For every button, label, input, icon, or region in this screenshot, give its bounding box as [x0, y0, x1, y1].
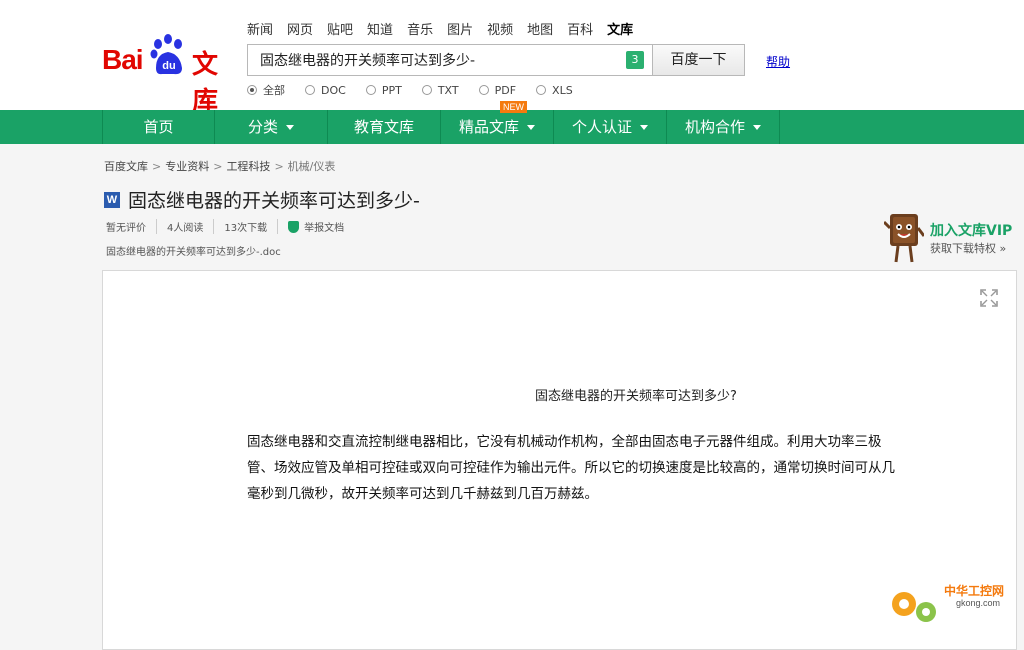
nav-education[interactable]: 教育文库: [328, 110, 441, 144]
gear-icon: [892, 592, 936, 622]
caret-down-icon: [527, 125, 535, 130]
topnav-tieba[interactable]: 贴吧: [327, 19, 353, 38]
download-count: 13次下载: [213, 219, 277, 234]
doc-filename: 固态继电器的开关频率可达到多少-.doc: [106, 247, 281, 258]
breadcrumb-item[interactable]: 机械/仪表: [288, 160, 336, 173]
search-input[interactable]: [248, 45, 618, 75]
page-title: 固态继电器的开关频率可达到多少-: [128, 190, 420, 212]
filetype-ppt[interactable]: PPT: [365, 82, 402, 98]
baidu-wenku-logo[interactable]: Bai du 文库: [102, 30, 242, 117]
breadcrumb-item[interactable]: 工程科技: [226, 160, 270, 173]
new-badge: NEW: [500, 101, 527, 113]
radio-checked-icon: [247, 85, 257, 95]
gkong-watermark: 中华工控网 gkong.com: [886, 580, 1016, 630]
document-viewer: 固态继电器的开关频率可达到多少? 固态继电器和交直流控制继电器相比，它没有机械动…: [102, 270, 1017, 650]
topnav-zhidao[interactable]: 知道: [367, 19, 393, 38]
radio-icon: [305, 85, 315, 95]
word-doc-icon: W: [104, 191, 120, 208]
filetype-doc[interactable]: DOC: [305, 82, 346, 98]
watermark-title: 中华工控网: [944, 584, 1005, 598]
radio-icon: [365, 85, 376, 95]
nav-home[interactable]: 首页: [102, 110, 215, 144]
book-mascot-icon: [884, 214, 924, 263]
logo-du: du: [162, 60, 175, 72]
report-link[interactable]: 举报文档: [277, 219, 354, 234]
read-count: 4人阅读: [156, 219, 213, 234]
doc-title-row: W 固态继电器的开关频率可达到多少-: [104, 186, 420, 213]
nav-premium[interactable]: 精品文库: [441, 110, 554, 144]
header: Bai du 文库 新闻 网页 贴吧 知道 音乐 图片 视频 地图 百科 文库 …: [0, 0, 1024, 117]
help-link[interactable]: 帮助: [766, 53, 790, 70]
main-nav: 首页 分类 教育文库 精品文库 个人认证 机构合作 NEW: [0, 101, 1024, 144]
caret-down-icon: [753, 125, 761, 130]
topnav-baike[interactable]: 百科: [567, 19, 593, 38]
breadcrumb-item[interactable]: 百度文库: [104, 160, 148, 173]
paw-logo-icon: du: [150, 34, 182, 75]
caret-down-icon: [286, 125, 294, 130]
radio-icon: [478, 85, 489, 95]
vip-promo[interactable]: 加入文库VIP 获取下载特权 »: [884, 210, 1024, 266]
search-button[interactable]: 百度一下: [653, 44, 745, 76]
filetype-filter: 全部 DOC PPT TXT PDF XLS: [247, 82, 593, 98]
nav-personal-cert[interactable]: 个人认证: [554, 110, 667, 144]
rating-text: 暂无评价: [106, 223, 146, 234]
topnav-music[interactable]: 音乐: [407, 19, 433, 38]
topnav-wenku[interactable]: 文库: [607, 19, 633, 38]
shield-icon: [288, 221, 300, 233]
filetype-txt[interactable]: TXT: [421, 82, 459, 98]
breadcrumb-item[interactable]: 专业资料: [165, 160, 209, 173]
logo-bai: Bai: [102, 44, 144, 75]
topnav-map[interactable]: 地图: [527, 19, 553, 38]
chevron-right-icon: >: [213, 160, 223, 173]
search-box: 3: [247, 44, 653, 76]
watermark-domain: gkong.com: [956, 598, 1001, 608]
topnav-video[interactable]: 视频: [487, 19, 513, 38]
topnav-news[interactable]: 新闻: [247, 19, 273, 38]
filetype-all[interactable]: 全部: [247, 82, 285, 98]
doc-body-text: 固态继电器和交直流控制继电器相比，它没有机械动作机构，全部由固态电子元器件组成。…: [247, 434, 895, 502]
top-nav: 新闻 网页 贴吧 知道 音乐 图片 视频 地图 百科 文库: [247, 19, 647, 38]
doc-meta: 暂无评价 4人阅读 13次下载 举报文档: [106, 219, 354, 234]
vip-title: 加入文库VIP: [930, 223, 1013, 239]
chevron-right-icon: >: [274, 160, 284, 173]
nav-org-coop[interactable]: 机构合作: [667, 110, 780, 144]
filetype-pdf[interactable]: PDF: [478, 82, 516, 98]
caret-down-icon: [640, 125, 648, 130]
topnav-web[interactable]: 网页: [287, 19, 313, 38]
search-suggestion-badge[interactable]: 3: [626, 51, 644, 69]
chevron-right-icon: >: [152, 160, 162, 173]
logo-wenku: 文库: [192, 50, 219, 117]
nav-category[interactable]: 分类: [215, 110, 328, 144]
breadcrumb: 百度文库 > 专业资料 > 工程科技 > 机械/仪表: [104, 158, 335, 174]
vip-subtitle: 获取下载特权 »: [930, 242, 1007, 255]
fullscreen-icon[interactable]: [980, 289, 998, 307]
radio-icon: [536, 85, 547, 95]
filetype-xls[interactable]: XLS: [536, 82, 573, 98]
radio-icon: [421, 85, 432, 95]
topnav-images[interactable]: 图片: [447, 19, 473, 38]
doc-heading: 固态继电器的开关频率可达到多少?: [535, 389, 737, 404]
